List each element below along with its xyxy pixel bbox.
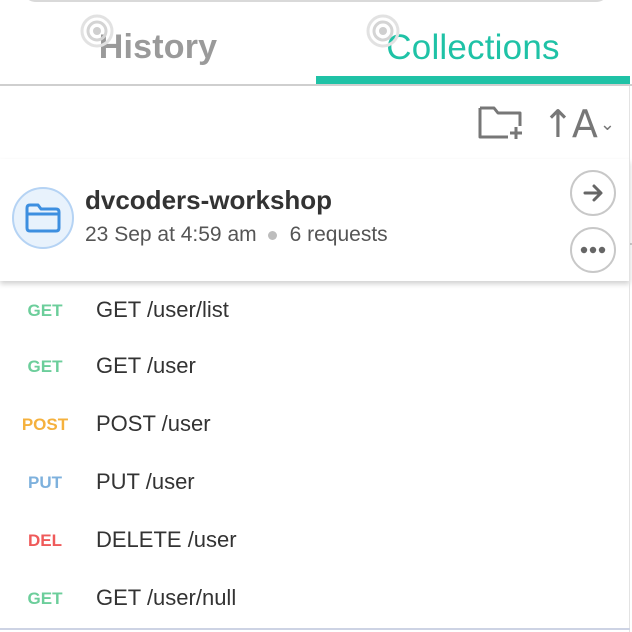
toolbar: ↑A ⌄	[0, 86, 632, 245]
new-folder-button[interactable]	[476, 102, 528, 142]
request-name: POST /user	[96, 411, 211, 436]
tab-history-label: History	[98, 28, 218, 66]
open-collection-button[interactable]	[570, 170, 616, 216]
sort-alpha-icon: ↑A	[542, 102, 598, 146]
ripple-icon	[80, 14, 114, 48]
method-badge: POST	[21, 415, 69, 434]
collection-meta: 23 Sep at 4:59 am 6 requests	[85, 223, 388, 247]
request-name: GET /user/list	[96, 297, 229, 322]
tab-history[interactable]: History	[0, 0, 316, 86]
request-item[interactable]: GET GET /user/null	[0, 570, 630, 628]
request-name: GET /user/null	[96, 585, 237, 610]
method-badge: GET	[27, 589, 63, 608]
ripple-icon	[366, 14, 400, 48]
request-item[interactable]: GET GET /user	[0, 338, 630, 396]
method-badge: PUT	[28, 473, 62, 492]
request-item[interactable]: DEL DELETE /user	[0, 512, 630, 570]
request-name: PUT /user	[96, 469, 195, 494]
sort-button[interactable]: ↑A ⌄	[542, 102, 618, 146]
request-item[interactable]: POST POST /user	[0, 396, 630, 454]
folder-icon	[25, 203, 61, 233]
list-bottom-divider	[0, 628, 630, 630]
method-badge: DEL	[28, 531, 62, 550]
collection-avatar	[12, 187, 74, 249]
collection-name: dvcoders-workshop	[85, 185, 333, 215]
arrow-right-icon	[583, 184, 603, 202]
panel-edge	[629, 86, 630, 632]
tab-collections-label: Collections	[386, 28, 560, 67]
request-name: DELETE /user	[96, 527, 237, 552]
active-tab-indicator	[316, 76, 630, 84]
collection-card[interactable]: dvcoders-workshop 23 Sep at 4:59 am 6 re…	[0, 159, 630, 281]
collection-date: 23 Sep at 4:59 am	[85, 223, 257, 246]
tab-collections[interactable]: Collections	[316, 0, 630, 86]
more-options-button[interactable]	[570, 227, 616, 273]
tab-bar: History Collections	[0, 0, 632, 86]
folder-plus-icon	[478, 106, 522, 139]
request-item[interactable]: GET GET /user/list	[0, 282, 630, 340]
method-badge: GET	[27, 301, 63, 320]
more-horizontal-icon	[580, 246, 606, 254]
request-name: GET /user	[96, 353, 196, 378]
separator-dot	[267, 230, 277, 240]
method-badge: GET	[27, 357, 63, 376]
request-item[interactable]: PUT PUT /user	[0, 454, 630, 512]
collection-request-count: 6 requests	[289, 223, 388, 246]
chevron-down-icon: ⌄	[599, 113, 615, 134]
